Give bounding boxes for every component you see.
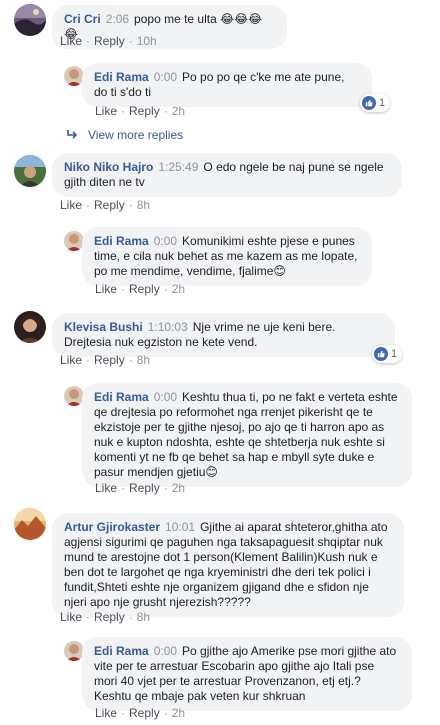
like-link[interactable]: Like [95, 282, 117, 296]
reply-link[interactable]: Reply [94, 610, 125, 624]
comment-timestamp[interactable]: 1:25:49 [158, 160, 198, 174]
comment-actions: Like · Reply · 2h [95, 706, 186, 720]
thumbs-up-icon [362, 96, 376, 110]
comment-author[interactable]: Klevisa Bushi [64, 320, 143, 334]
comment-bubble: Artur Gjirokaster 10:01 Gjithe ai aparat s… [52, 513, 404, 617]
comment-author[interactable]: Edi Rama [94, 644, 149, 658]
comment-timestamp[interactable]: 0:00 [154, 234, 177, 248]
like-link[interactable]: Like [60, 353, 82, 367]
reply-link[interactable]: Reply [129, 282, 160, 296]
comment-age[interactable]: 8h [137, 610, 150, 624]
reaction-count[interactable]: 1 [372, 345, 403, 363]
reaction-count[interactable]: 1 [360, 94, 391, 112]
comment-timestamp[interactable]: 0:00 [154, 390, 177, 404]
comment-actions: Like · Reply · 8h [60, 198, 151, 212]
avatar[interactable] [64, 231, 84, 251]
comment-timestamp[interactable]: 0:00 [154, 70, 177, 84]
thumbs-up-icon [374, 347, 388, 361]
emoji: 😊 [205, 465, 218, 479]
comment-actions: Like · Reply · 10h [60, 34, 157, 48]
comment-author[interactable]: Artur Gjirokaster [64, 520, 160, 534]
reply-bubble: Edi Rama 0:00 Po po po qe c'ke me ate pune… [82, 63, 372, 107]
avatar[interactable] [14, 155, 46, 187]
comment-actions: Like · Reply · 2h [95, 104, 186, 118]
comment-age[interactable]: 2h [172, 481, 185, 495]
like-link[interactable]: Like [95, 481, 117, 495]
reply-link[interactable]: Reply [129, 706, 160, 720]
comment-age[interactable]: 2h [172, 282, 185, 296]
comment-author[interactable]: Edi Rama [94, 70, 149, 84]
comment-timestamp[interactable]: 0:00 [154, 644, 177, 658]
reply-link[interactable]: Reply [94, 34, 125, 48]
comment-author[interactable]: Edi Rama [94, 390, 149, 404]
avatar[interactable] [14, 508, 46, 540]
comment-age[interactable]: 8h [137, 198, 150, 212]
comment-author[interactable]: Cri Cri [64, 12, 101, 26]
comment-timestamp[interactable]: 2:06 [106, 12, 129, 26]
comment-age[interactable]: 10h [137, 34, 157, 48]
comment-bubble: Niko Niko Hajro 1:25:49 O edo ngele be naj… [52, 153, 402, 197]
reply-link[interactable]: Reply [94, 198, 125, 212]
reply-link[interactable]: Reply [129, 104, 160, 118]
avatar[interactable] [64, 66, 84, 86]
avatar[interactable] [14, 4, 46, 36]
comment-author[interactable]: Niko Niko Hajro [64, 160, 153, 174]
comment-age[interactable]: 2h [172, 104, 185, 118]
like-link[interactable]: Like [95, 104, 117, 118]
comment-actions: Like · Reply · 8h [60, 353, 151, 367]
view-more-replies[interactable]: View more replies [66, 128, 183, 142]
avatar[interactable] [64, 386, 84, 406]
comment-timestamp[interactable]: 10:01 [165, 520, 195, 534]
comment-actions: Like · Reply · 2h [95, 282, 186, 296]
like-link[interactable]: Like [95, 706, 117, 720]
comment-actions: Like · Reply · 8h [60, 610, 151, 624]
reply-link[interactable]: Reply [129, 481, 160, 495]
comment-bubble: Klevisa Bushi 1:10:03 Nje vrime ne uje ken… [52, 313, 395, 357]
comment-actions: Like · Reply · 2h [95, 481, 186, 495]
reply-bubble: Edi Rama 0:00 Keshtu thua ti, po ne fakt e… [82, 383, 412, 487]
like-link[interactable]: Like [60, 610, 82, 624]
comment-age[interactable]: 8h [137, 353, 150, 367]
reply-arrow-icon [67, 130, 78, 139]
like-link[interactable]: Like [60, 34, 82, 48]
avatar[interactable] [64, 641, 84, 661]
reply-link[interactable]: Reply [94, 353, 125, 367]
comment-text: popo me te ulta [134, 12, 217, 26]
comment-author[interactable]: Edi Rama [94, 234, 149, 248]
reply-bubble: Edi Rama 0:00 Po gjithe ajo Amerike pse mo… [82, 637, 412, 711]
reply-bubble: Edi Rama 0:00 Komunikimi eshte pjese e pun… [82, 227, 372, 286]
comment-age[interactable]: 2h [172, 706, 185, 720]
emoji: 😊 [273, 264, 286, 278]
like-link[interactable]: Like [60, 198, 82, 212]
avatar[interactable] [14, 311, 46, 343]
comment-timestamp[interactable]: 1:10:03 [148, 320, 188, 334]
